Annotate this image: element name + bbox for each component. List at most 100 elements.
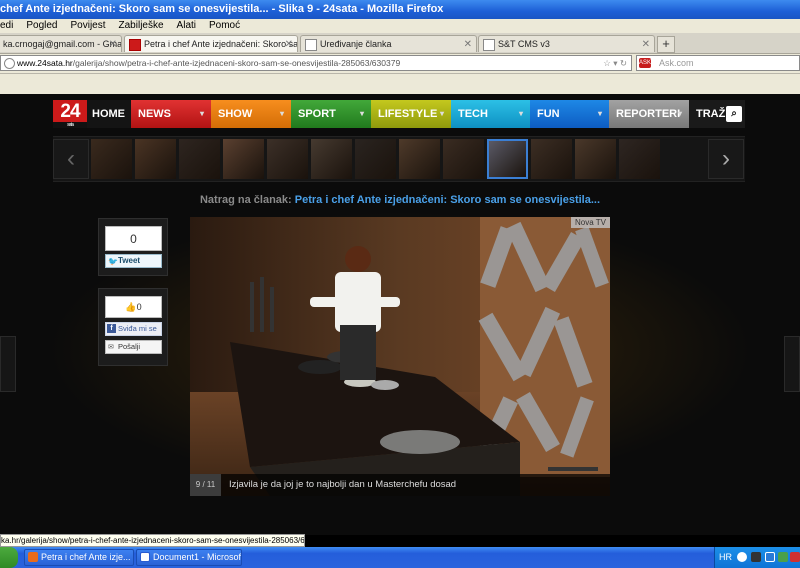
- chevron-down-icon: ▾: [518, 109, 523, 118]
- gallery-thumbnail[interactable]: [399, 139, 440, 179]
- tab-close-icon[interactable]: ✕: [109, 36, 117, 52]
- nav-reporteri[interactable]: REPORTERI ▾: [609, 100, 689, 128]
- nav-label: SPORT: [298, 108, 336, 120]
- tab-uredivanje[interactable]: Uređivanje članka ✕: [300, 35, 477, 52]
- menu-bookmarks[interactable]: Zabilješke: [119, 19, 164, 33]
- chevron-down-icon: ▾: [677, 109, 682, 118]
- tab-close-icon[interactable]: ✕: [642, 36, 650, 52]
- menu-view[interactable]: Pogled: [26, 19, 57, 33]
- gallery-next-arrow-icon[interactable]: [784, 336, 800, 392]
- menu-edit[interactable]: edi: [0, 19, 13, 33]
- gallery-thumbnail[interactable]: [619, 139, 660, 179]
- search-placeholder: Ask.com: [659, 58, 694, 68]
- tab-bar: ka.crnogaj@gmail.com - Gmail ✕ Petra i c…: [0, 33, 800, 54]
- facebook-icon: f: [107, 324, 116, 333]
- thumb-next-arrow-icon[interactable]: ›: [708, 139, 744, 179]
- nav-label: NEWS: [138, 108, 171, 120]
- gallery-thumbnail[interactable]: [267, 139, 308, 179]
- photo-counter: 9 / 11: [190, 474, 221, 496]
- firefox-icon: [28, 552, 38, 562]
- task-label: Document1 - Microsof...: [153, 552, 242, 562]
- photo-caption-bar: 9 / 11 Izjavila je da joj je to najbolji…: [190, 474, 610, 496]
- task-word[interactable]: Document1 - Microsof...: [136, 549, 242, 566]
- tab-cms[interactable]: S&T CMS v3 ✕: [478, 35, 655, 52]
- nav-lifestyle[interactable]: LIFESTYLE ▾: [371, 100, 451, 128]
- antivirus-icon[interactable]: [790, 552, 800, 562]
- search-box[interactable]: ASK Ask.com: [636, 55, 800, 71]
- nav-search[interactable]: TRAŽI ⌕: [689, 100, 745, 128]
- tweet-button[interactable]: 🐦 Tweet: [105, 254, 162, 268]
- address-bar[interactable]: www.24sata.hr/galerija/show/petra-i-chef…: [0, 55, 632, 71]
- menu-help[interactable]: Pomoć: [209, 19, 240, 33]
- nav-label: SHOW: [218, 108, 253, 120]
- nav-label: HOME: [92, 108, 125, 120]
- gallery-thumbnail[interactable]: [311, 139, 352, 179]
- logo-subtext: sata: [53, 122, 87, 128]
- ask-engine-icon[interactable]: ASK: [639, 58, 651, 68]
- send-label: Pošalji: [118, 342, 141, 351]
- task-firefox[interactable]: Petra i chef Ante izje...: [24, 549, 134, 566]
- nav-sport[interactable]: SPORT ▾: [291, 100, 371, 128]
- nav-label: REPORTERI: [616, 108, 681, 120]
- gallery-thumbnail[interactable]: [355, 139, 396, 179]
- tab-close-icon[interactable]: ✕: [464, 36, 472, 52]
- search-icon[interactable]: ⌕: [726, 106, 742, 122]
- back-article-link[interactable]: Petra i chef Ante izjednačeni: Skoro sam…: [295, 194, 600, 206]
- gallery-photo[interactable]: Nova TV 9 / 11 Izjavila je da joj je to …: [190, 217, 610, 496]
- photo-caption: Izjavila je da joj je to najbolji dan u …: [229, 479, 457, 490]
- language-indicator[interactable]: HR: [719, 547, 732, 568]
- gallery-thumbnail[interactable]: [91, 139, 132, 179]
- facebook-box: 👍0 f Sviđa mi se ✉ Pošalji: [98, 288, 168, 366]
- thumbnail-strip: ‹ ›: [53, 136, 745, 182]
- tweet-count: 0: [105, 226, 162, 251]
- tray-help-icon[interactable]: [737, 552, 747, 562]
- new-tab-plus-icon[interactable]: +: [657, 36, 675, 53]
- site-navigation: 24 sata HOME NEWS ▾ SHOW ▾ SPORT ▾ LIFESTYLE…: [53, 100, 745, 128]
- nav-fun[interactable]: FUN ▾: [530, 100, 609, 128]
- gallery-thumbnail[interactable]: [531, 139, 572, 179]
- gallery-thumbnail[interactable]: [575, 139, 616, 179]
- start-button[interactable]: [0, 547, 18, 568]
- tab-label: Uređivanje članka: [320, 39, 392, 49]
- gallery-thumbnail[interactable]: [223, 139, 264, 179]
- window-title: chef Ante izjednačeni: Skoro sam se ones…: [0, 3, 444, 15]
- tray-app-icon[interactable]: [751, 552, 761, 562]
- system-tray: HR: [714, 547, 800, 568]
- window-titlebar: chef Ante izjednačeni: Skoro sam se ones…: [0, 0, 800, 19]
- gallery-thumbnail[interactable]: [443, 139, 484, 179]
- thumb-prev-arrow-icon[interactable]: ‹: [53, 139, 89, 179]
- gallery-prev-arrow-icon[interactable]: [0, 336, 16, 392]
- address-path: /galerija/show/petra-i-chef-ante-izjedna…: [72, 58, 401, 68]
- page-favicon-icon: [305, 38, 317, 51]
- network-icon[interactable]: [778, 552, 788, 562]
- chevron-down-icon: ▾: [199, 109, 204, 118]
- logo-text: 24: [60, 101, 80, 122]
- bluetooth-icon[interactable]: [765, 552, 775, 562]
- 24sata-favicon-icon: [129, 38, 141, 51]
- gallery-thumbnail[interactable]: [135, 139, 176, 179]
- tab-gmail[interactable]: ka.crnogaj@gmail.com - Gmail ✕: [0, 35, 122, 52]
- chevron-down-icon: ▾: [359, 109, 364, 118]
- send-button[interactable]: ✉ Pošalji: [105, 340, 162, 354]
- nav-label: TECH: [458, 108, 488, 120]
- tab-label: ka.crnogaj@gmail.com - Gmail: [3, 39, 122, 49]
- nav-home[interactable]: HOME: [87, 100, 131, 128]
- tab-article[interactable]: Petra i chef Ante izjednačeni: Skoro sam…: [124, 35, 298, 52]
- globe-icon: [4, 58, 15, 69]
- page-favicon-icon: [483, 38, 495, 51]
- menu-history[interactable]: Povijest: [71, 19, 106, 33]
- chevron-down-icon: ▾: [439, 109, 444, 118]
- twitter-box: 0 🐦 Tweet: [98, 218, 168, 276]
- gallery-thumbnail[interactable]: [179, 139, 220, 179]
- gallery-thumbnail[interactable]: [487, 139, 528, 179]
- nav-news[interactable]: NEWS ▾: [131, 100, 211, 128]
- menu-tools[interactable]: Alati: [177, 19, 196, 33]
- windows-taskbar: Petra i chef Ante izje... Document1 - Mi…: [0, 547, 800, 568]
- facebook-like-button[interactable]: f Sviđa mi se: [105, 322, 162, 336]
- tab-close-icon[interactable]: ✕: [285, 36, 293, 52]
- bookmark-star-icon[interactable]: ☆ ▾ ↻: [603, 56, 627, 70]
- like-label: Sviđa mi se: [118, 324, 157, 333]
- nav-tech[interactable]: TECH ▾: [451, 100, 530, 128]
- 24sata-logo[interactable]: 24 sata: [53, 100, 87, 128]
- nav-show[interactable]: SHOW ▾: [211, 100, 291, 128]
